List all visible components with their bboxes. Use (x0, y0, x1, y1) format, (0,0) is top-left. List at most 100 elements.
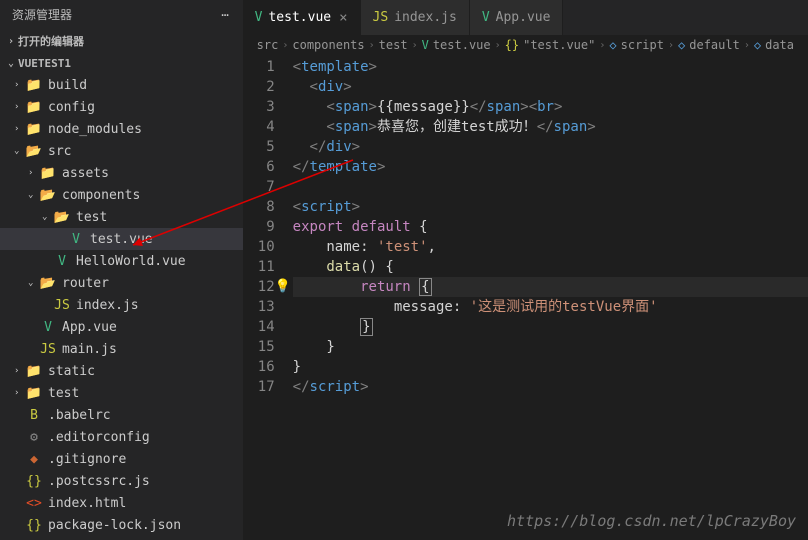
breadcrumb-separator-icon: › (744, 40, 750, 51)
chevron-icon: ⌄ (28, 190, 40, 200)
breadcrumb-item[interactable]: ◇ default (678, 38, 740, 52)
tree-item[interactable]: ⌄📂router (0, 272, 243, 294)
code-line[interactable]: <script> (293, 197, 808, 217)
line-number: 15 (243, 337, 275, 357)
tree-item[interactable]: Vtest.vue (0, 228, 243, 250)
project-section[interactable]: ⌄ VUETEST1 (0, 53, 243, 74)
tree-item[interactable]: ›📁 build (0, 74, 243, 96)
breadcrumb-label: data (765, 38, 794, 52)
tree-item[interactable]: {} package-lock.json (0, 514, 243, 536)
line-number: 3 (243, 97, 275, 117)
editor-tab[interactable]: VApp.vue (470, 0, 564, 35)
file-icon: 📂 (40, 275, 56, 291)
tree-item-label: .babelrc (48, 408, 111, 423)
tab-label: test.vue (268, 10, 331, 25)
tree-item[interactable]: ›📁config (0, 96, 243, 118)
editor-tab[interactable]: JSindex.js (361, 0, 470, 35)
chevron-right-icon: › (8, 36, 14, 47)
breadcrumb-separator-icon: › (668, 40, 674, 51)
tree-item-label: build (48, 78, 87, 93)
tree-item[interactable]: ⌄📂 components (0, 184, 243, 206)
breadcrumb-icon: {} (505, 38, 519, 52)
lightbulb-icon[interactable]: 💡 (275, 277, 291, 297)
tree-item[interactable]: {}.postcssrc.js (0, 470, 243, 492)
code-line[interactable]: name: 'test', (293, 237, 808, 257)
open-editors-section[interactable]: › 打开的编辑器 (0, 29, 243, 53)
breadcrumb-item[interactable]: test (379, 38, 408, 52)
breadcrumb[interactable]: src›components›test›Vtest.vue›{}"test.vu… (243, 35, 808, 55)
code-line[interactable]: </script> (293, 377, 808, 397)
tree-item[interactable]: ›📁assets (0, 162, 243, 184)
file-icon: 📁 (26, 77, 42, 93)
code-line[interactable]: } (293, 317, 808, 337)
code-line[interactable]: <span>恭喜您，创建test成功！</span> (293, 117, 808, 137)
tree-item[interactable]: VHelloWorld.vue (0, 250, 243, 272)
tree-item[interactable]: ⚙.editorconfig (0, 426, 243, 448)
breadcrumb-item[interactable]: ◇script (609, 38, 664, 52)
tree-item[interactable]: ⌄📂test (0, 206, 243, 228)
code-line[interactable]: </template> (293, 157, 808, 177)
file-icon: 📁 (26, 385, 42, 401)
tree-item-label: index.html (48, 496, 126, 511)
tree-item[interactable]: ›📁static (0, 360, 243, 382)
tree-item[interactable]: ›📁test (0, 382, 243, 404)
chevron-icon: › (14, 388, 26, 398)
chevron-icon: ⌄ (28, 278, 40, 288)
tree-item[interactable]: ◆ .gitignore (0, 448, 243, 470)
code-line[interactable]: 💡 return { (293, 277, 808, 297)
chevron-icon: › (14, 80, 26, 90)
tree-item-label: node_modules (48, 122, 142, 137)
line-number: 4 (243, 117, 275, 137)
breadcrumb-item[interactable]: Vtest.vue (422, 38, 491, 52)
tree-item-label: App.vue (62, 320, 117, 335)
tree-item-label: .gitignore (48, 452, 126, 467)
file-icon: 📂 (40, 187, 56, 203)
tree-item-label: components (62, 188, 140, 203)
breadcrumb-label: script (621, 38, 664, 52)
breadcrumb-item[interactable]: {}"test.vue" (505, 38, 596, 52)
file-icon: JS (40, 341, 56, 357)
breadcrumb-item[interactable]: components (292, 38, 364, 52)
file-icon: 📂 (54, 209, 70, 225)
tree-item[interactable]: JSindex.js (0, 294, 243, 316)
tab-label: index.js (394, 10, 457, 25)
code-line[interactable]: export default { (293, 217, 808, 237)
explorer-title: 资源管理器 (12, 6, 72, 23)
breadcrumb-icon: V (422, 38, 429, 52)
breadcrumb-label: default (689, 38, 740, 52)
code-line[interactable] (293, 177, 808, 197)
close-icon[interactable]: × (339, 10, 347, 26)
tree-item[interactable]: JS main.js (0, 338, 243, 360)
tree-item[interactable]: VApp.vue (0, 316, 243, 338)
code-line[interactable]: data() { (293, 257, 808, 277)
code-line[interactable]: <template> (293, 57, 808, 77)
tree-item[interactable]: ›📁node_modules (0, 118, 243, 140)
line-number: 14 (243, 317, 275, 337)
breadcrumb-item[interactable]: ◇data (754, 38, 794, 52)
code-line[interactable]: <span>{{message}}</span><br> (293, 97, 808, 117)
file-icon: ◆ (26, 451, 42, 467)
tree-item[interactable]: B.babelrc (0, 404, 243, 426)
code-lines[interactable]: <template> <div> <span>{{message}}</span… (293, 57, 808, 540)
code-line[interactable]: } (293, 337, 808, 357)
tree-item[interactable]: ⌄📂src (0, 140, 243, 162)
chevron-icon: › (14, 102, 26, 112)
code-line[interactable]: </div> (293, 137, 808, 157)
code-editor[interactable]: 1234567891011121314151617 <template> <di… (243, 55, 808, 540)
tree-item[interactable]: <>index.html (0, 492, 243, 514)
tree-item-label: main.js (62, 342, 117, 357)
code-line[interactable]: message: '这是测试用的testVue界面' (293, 297, 808, 317)
editor-area: Vtest.vue × JSindex.jsVApp.vue src › compone… (243, 0, 808, 540)
file-icon: {} (26, 517, 42, 533)
breadcrumb-label: test (379, 38, 408, 52)
breadcrumb-icon: ◇ (678, 38, 685, 52)
breadcrumb-item[interactable]: src (257, 38, 279, 52)
line-number: 17 (243, 377, 275, 397)
tab-file-icon: V (255, 10, 263, 25)
code-line[interactable]: } (293, 357, 808, 377)
editor-tab[interactable]: Vtest.vue × (243, 0, 361, 35)
tree-item-label: package-lock.json (48, 518, 181, 533)
code-line[interactable]: <div> (293, 77, 808, 97)
more-icon[interactable]: ⋯ (221, 8, 230, 22)
file-icon: V (68, 231, 84, 247)
